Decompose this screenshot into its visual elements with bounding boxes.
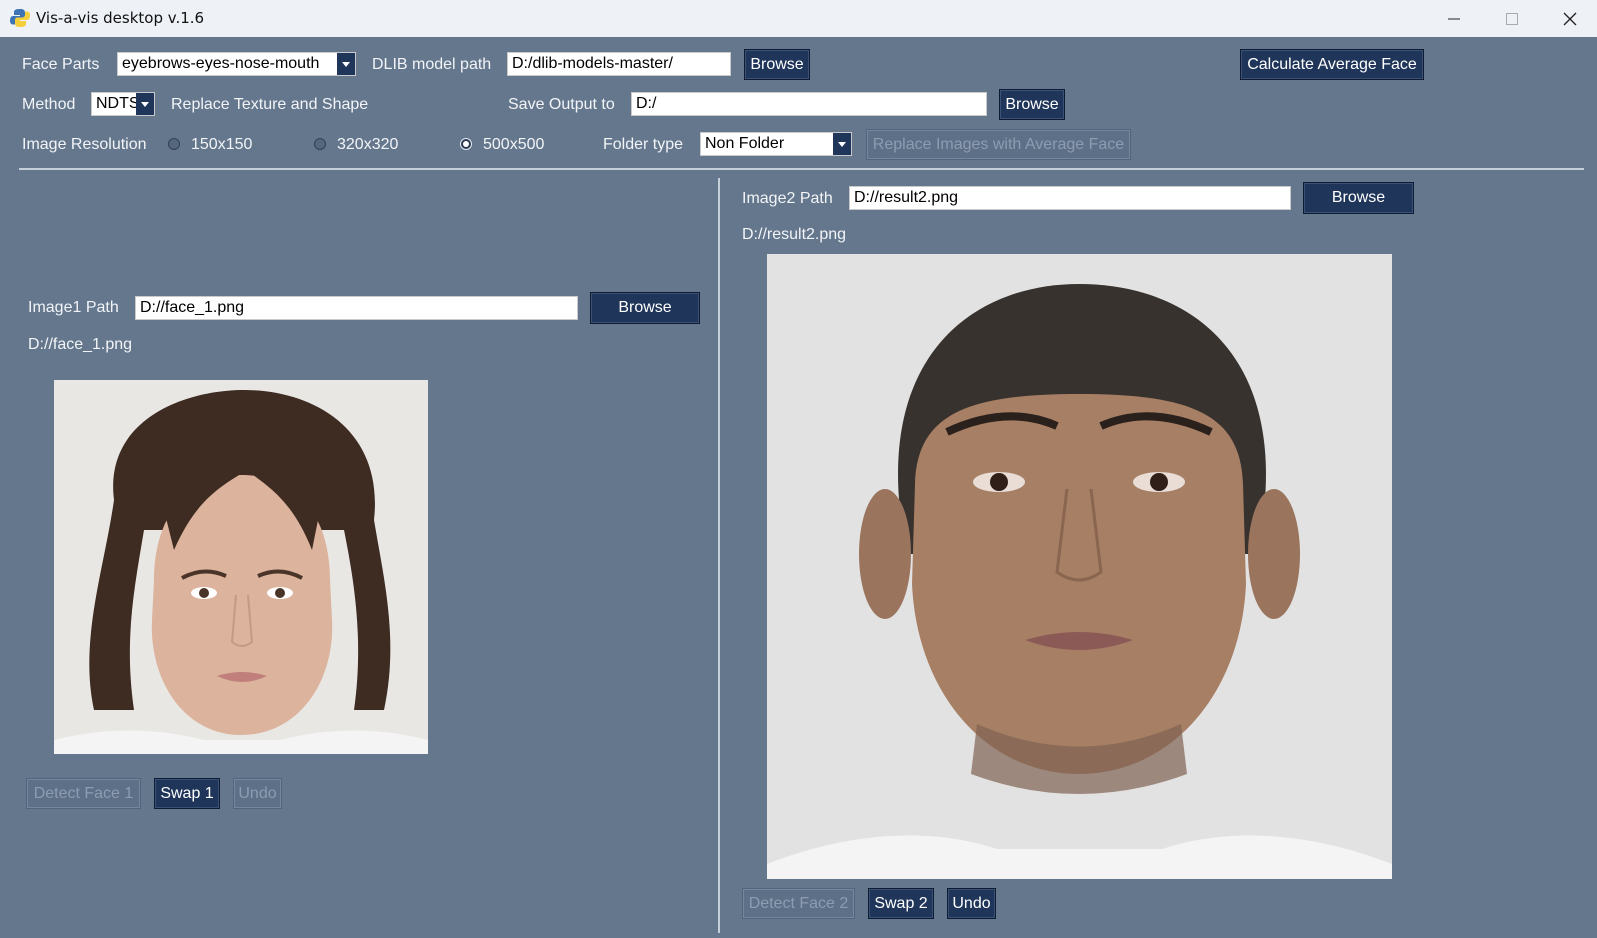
image1-path-input[interactable]: D://face_1.png <box>135 296 578 320</box>
face-parts-label: Face Parts <box>22 56 100 73</box>
image2-path-label: Image2 Path <box>742 190 833 207</box>
dlib-model-path-input[interactable]: D:/dlib-models-master/ <box>507 52 731 76</box>
face-parts-value: eyebrows-eyes-nose-mouth <box>122 55 320 72</box>
swap-2-button[interactable]: Swap 2 <box>868 888 934 919</box>
image-resolution-label: Image Resolution <box>22 136 147 153</box>
method-combobox[interactable]: NDTS <box>91 92 155 116</box>
save-output-input[interactable]: D:/ <box>631 92 987 116</box>
radio-320-icon[interactable] <box>314 138 326 150</box>
resolution-500-option[interactable] <box>460 138 472 150</box>
image1-path-caption: D://face_1.png <box>28 336 133 353</box>
image2-path-input[interactable]: D://result2.png <box>849 186 1291 210</box>
detect-face-1-button[interactable]: Detect Face 1 <box>26 778 141 809</box>
image2-browse-button[interactable]: Browse <box>1303 182 1414 214</box>
save-output-browse-button[interactable]: Browse <box>999 89 1065 120</box>
image2-face-photo <box>767 254 1392 879</box>
minimize-icon <box>1448 18 1460 19</box>
resolution-500-label: 500x500 <box>483 136 545 153</box>
image1-browse-button[interactable]: Browse <box>590 292 700 324</box>
resolution-150-option[interactable] <box>168 138 180 150</box>
maximize-button[interactable] <box>1483 0 1541 37</box>
detect-face-2-button[interactable]: Detect Face 2 <box>742 888 855 919</box>
minimize-button[interactable] <box>1425 0 1483 37</box>
title-bar: Vis-a-vis desktop v.1.6 <box>0 0 1597 37</box>
chevron-down-icon[interactable] <box>833 133 851 155</box>
folder-type-combobox[interactable]: Non Folder <box>700 132 852 156</box>
face-parts-combobox[interactable]: eyebrows-eyes-nose-mouth <box>117 52 356 76</box>
method-value: NDTS <box>96 95 140 112</box>
chevron-down-icon[interactable] <box>337 53 355 75</box>
resolution-320-label: 320x320 <box>337 136 399 153</box>
close-button[interactable] <box>1541 0 1597 37</box>
chevron-down-icon[interactable] <box>136 93 154 115</box>
folder-type-label: Folder type <box>603 136 684 153</box>
swap-1-button[interactable]: Swap 1 <box>154 778 220 809</box>
undo-1-button[interactable]: Undo <box>233 778 282 809</box>
dlib-browse-button[interactable]: Browse <box>744 49 810 80</box>
folder-type-value: Non Folder <box>705 135 785 152</box>
radio-500-checked-icon[interactable] <box>460 138 472 150</box>
maximize-icon <box>1506 12 1518 25</box>
horizontal-separator <box>19 168 1584 170</box>
radio-150-icon[interactable] <box>168 138 180 150</box>
save-output-label: Save Output to <box>508 96 615 113</box>
image2-path-caption: D://result2.png <box>742 226 847 243</box>
resolution-320-option[interactable] <box>314 138 326 150</box>
close-icon <box>1563 12 1577 25</box>
calculate-average-face-button[interactable]: Calculate Average Face <box>1240 49 1424 80</box>
image1-face-photo <box>54 380 428 754</box>
undo-2-button[interactable]: Undo <box>947 888 996 919</box>
resolution-150-label: 150x150 <box>191 136 253 153</box>
replace-texture-shape-label: Replace Texture and Shape <box>171 96 369 113</box>
vertical-separator <box>718 178 720 933</box>
python-app-icon <box>10 9 30 27</box>
method-label: Method <box>22 96 76 113</box>
window-title: Vis-a-vis desktop v.1.6 <box>36 9 205 27</box>
replace-images-average-button[interactable]: Replace Images with Average Face <box>866 129 1131 160</box>
dlib-model-path-label: DLIB model path <box>372 56 492 73</box>
image1-path-label: Image1 Path <box>28 299 119 316</box>
